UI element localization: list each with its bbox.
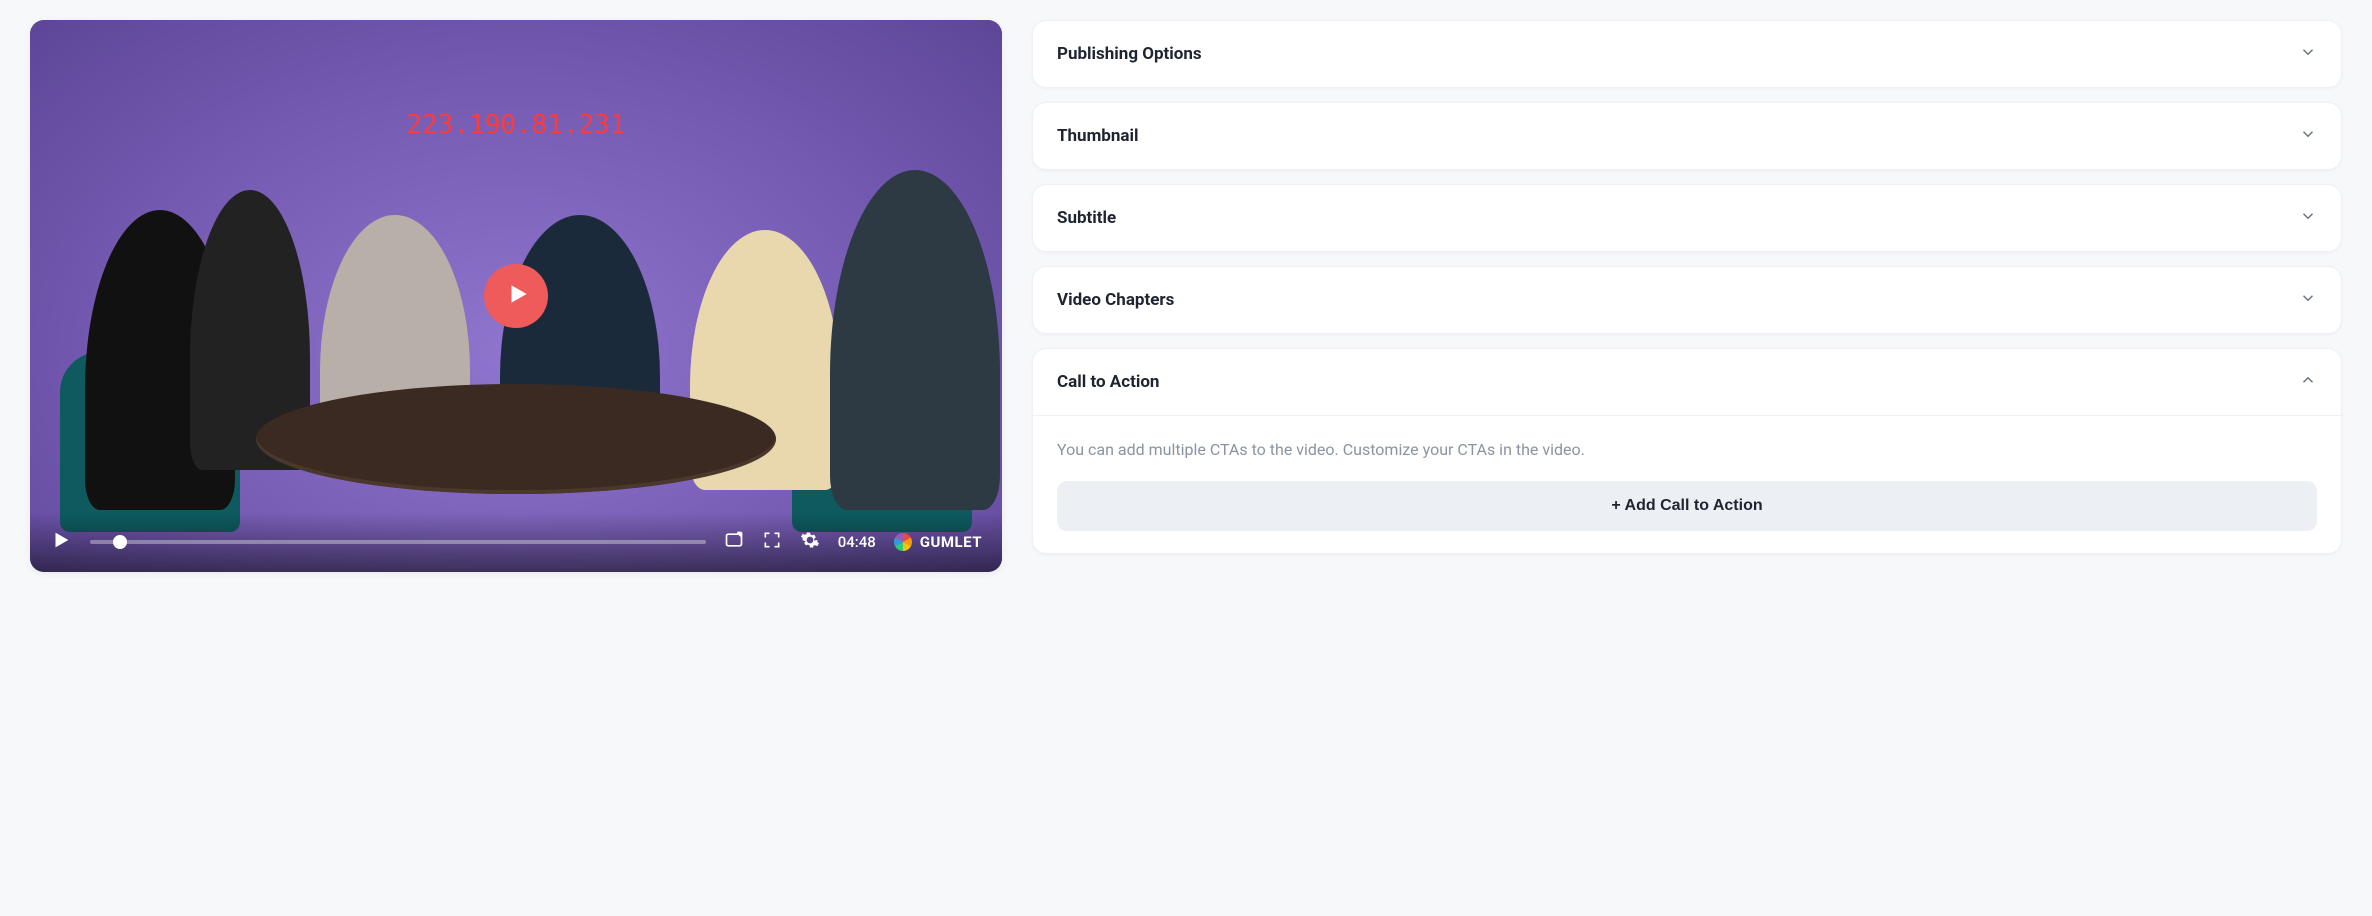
cta-help-text: You can add multiple CTAs to the video. … — [1057, 438, 2317, 463]
play-button[interactable] — [50, 529, 72, 555]
seek-knob[interactable] — [113, 535, 127, 549]
panel-title: Video Chapters — [1057, 290, 1174, 310]
panel-header-cta[interactable]: Call to Action — [1033, 349, 2341, 415]
chevron-down-icon — [2299, 43, 2317, 65]
brand-logo-icon — [894, 533, 912, 551]
chevron-up-icon — [2299, 371, 2317, 393]
panel-video-chapters: Video Chapters — [1032, 266, 2342, 334]
panel-thumbnail: Thumbnail — [1032, 102, 2342, 170]
video-card: 223.190.81.231 — [30, 20, 1002, 572]
chevron-down-icon — [2299, 289, 2317, 311]
settings-icon[interactable] — [800, 530, 820, 554]
video-player[interactable]: 223.190.81.231 — [30, 20, 1002, 572]
brand-badge[interactable]: GUMLET — [894, 533, 982, 551]
center-play-button[interactable] — [484, 264, 548, 328]
duration-display: 04:48 — [838, 533, 876, 551]
panel-publishing-options: Publishing Options — [1032, 20, 2342, 88]
chevron-down-icon — [2299, 207, 2317, 229]
pip-icon[interactable] — [724, 530, 744, 554]
panel-header-publishing[interactable]: Publishing Options — [1033, 21, 2341, 87]
play-icon — [501, 281, 531, 311]
app-root: 223.190.81.231 — [30, 20, 2342, 572]
video-controls: 04:48 GUMLET — [30, 512, 1002, 572]
panel-body-cta: You can add multiple CTAs to the video. … — [1033, 415, 2341, 553]
panel-header-thumbnail[interactable]: Thumbnail — [1033, 103, 2341, 169]
settings-sidebar: Publishing Options Thumbnail Subtitle — [1032, 20, 2342, 554]
fullscreen-icon[interactable] — [762, 530, 782, 554]
seek-bar[interactable] — [90, 540, 706, 544]
panel-title: Thumbnail — [1057, 126, 1139, 146]
ip-watermark: 223.190.81.231 — [406, 110, 625, 140]
panel-header-subtitle[interactable]: Subtitle — [1033, 185, 2341, 251]
add-cta-button[interactable]: + Add Call to Action — [1057, 481, 2317, 531]
panel-title: Call to Action — [1057, 372, 1159, 392]
brand-name: GUMLET — [920, 533, 982, 551]
panel-header-chapters[interactable]: Video Chapters — [1033, 267, 2341, 333]
panel-subtitle: Subtitle — [1032, 184, 2342, 252]
panel-title: Subtitle — [1057, 208, 1116, 228]
panel-call-to-action: Call to Action You can add multiple CTAs… — [1032, 348, 2342, 554]
panel-title: Publishing Options — [1057, 44, 1202, 64]
chevron-down-icon — [2299, 125, 2317, 147]
